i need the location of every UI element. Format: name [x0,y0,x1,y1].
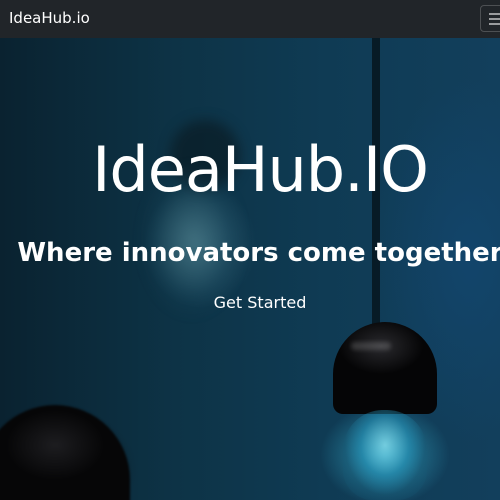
dark-lamp-shade [0,405,130,500]
landing-page: IdeaHub.io IdeaHub.IO Where innovators c… [0,0,500,500]
lamp-shade [333,322,437,414]
navbar-toggler-button[interactable] [480,5,500,32]
hamburger-icon [489,13,500,15]
get-started-button[interactable]: Get Started [210,290,310,316]
glowing-bulb [343,410,427,500]
hamburger-icon-bar [489,18,500,20]
hero-subtitle: Where innovators come together [17,237,500,268]
brand-link[interactable]: IdeaHub.io [9,9,90,27]
top-navbar: IdeaHub.io [0,0,500,38]
hamburger-icon-bar [489,23,500,25]
hero-title: IdeaHub.IO [92,132,429,206]
